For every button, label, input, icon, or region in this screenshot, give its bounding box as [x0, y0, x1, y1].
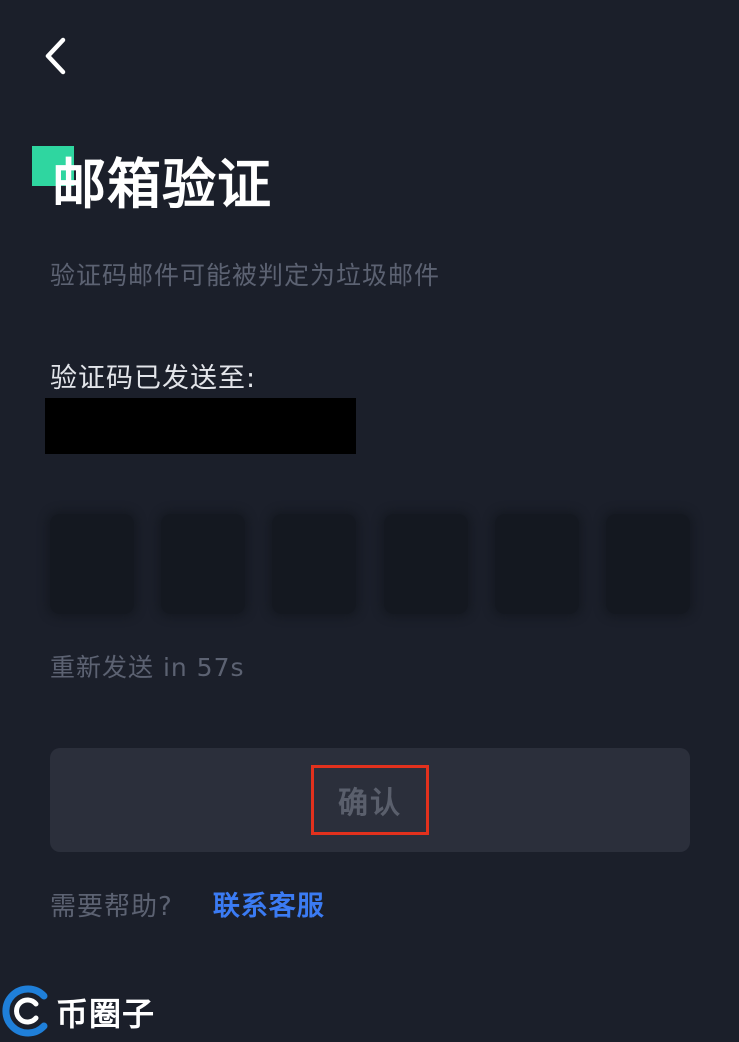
code-digit-box[interactable] [50, 514, 134, 614]
back-button[interactable] [36, 36, 76, 80]
watermark-text: 币圈子 [56, 995, 156, 1033]
help-text: 需要帮助? [50, 892, 173, 922]
page-title: 邮箱验证 [52, 153, 272, 216]
c-logo-icon [0, 982, 52, 1042]
code-digit-box[interactable] [383, 514, 468, 614]
confirm-highlight-box: 确认 [311, 765, 429, 835]
resend-countdown: 重新发送 in 57s [50, 653, 245, 682]
email-redacted [45, 398, 356, 454]
confirm-button[interactable]: 确认 [50, 748, 690, 852]
help-row: 需要帮助? 联系客服 [50, 884, 325, 923]
contact-support-link[interactable]: 联系客服 [213, 884, 325, 923]
watermark: 币圈子 [0, 982, 155, 1042]
code-digit-box[interactable] [161, 514, 246, 614]
code-sent-label: 验证码已发送至: [50, 363, 257, 394]
code-digit-box[interactable] [494, 514, 579, 614]
spam-warning-text: 验证码邮件可能被判定为垃圾邮件 [50, 261, 441, 290]
code-digit-box[interactable] [272, 514, 357, 614]
verification-code-input [50, 514, 690, 614]
chevron-left-icon [43, 36, 69, 80]
confirm-label: 确认 [338, 786, 402, 821]
code-digit-box[interactable] [605, 514, 690, 614]
